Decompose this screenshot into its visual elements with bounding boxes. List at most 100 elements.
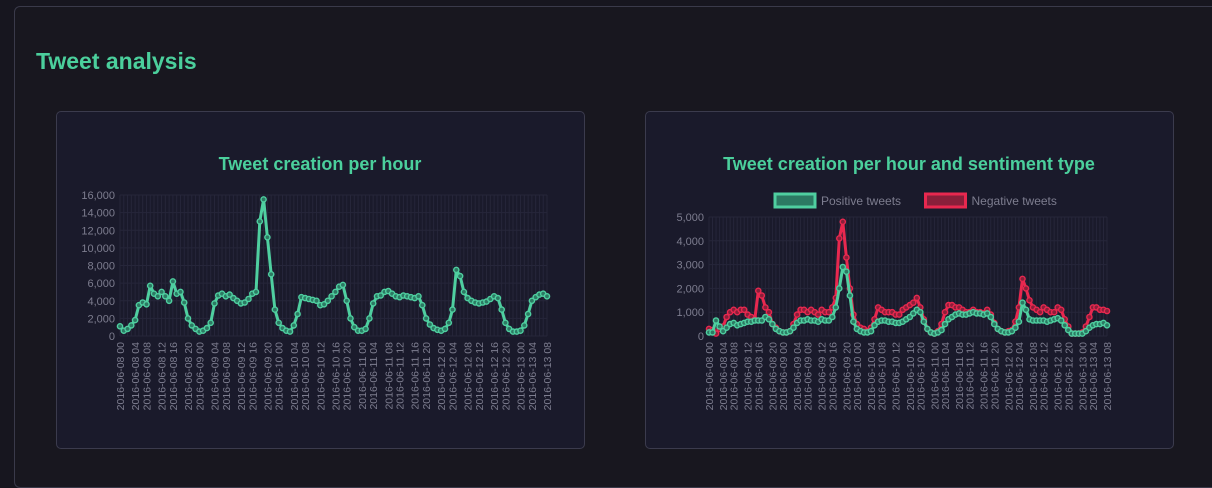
x-tick-label: 2016-06-10 04 xyxy=(289,342,301,410)
x-tick-label: 2016-06-13 08 xyxy=(542,342,554,410)
y-tick-label: 5,000 xyxy=(676,212,704,224)
data-point xyxy=(369,300,377,307)
x-tick-label: 2016-06-10 16 xyxy=(330,342,342,410)
x-tick-label: 2016-06-08 08 xyxy=(729,342,741,410)
data-point xyxy=(765,308,773,316)
data-point xyxy=(245,295,252,303)
data-point xyxy=(366,315,373,322)
x-tick-label: 2016-06-10 00 xyxy=(274,342,286,410)
legend-label: Positive tweets xyxy=(821,194,901,208)
data-point xyxy=(324,297,332,305)
data-point xyxy=(723,313,730,321)
x-tick-label: 2016-06-09 08 xyxy=(803,342,815,410)
data-point xyxy=(445,319,453,327)
data-point xyxy=(252,288,260,296)
y-tick-label: 4,000 xyxy=(87,296,115,308)
data-point xyxy=(790,324,797,331)
x-tick-label: 2016-06-12 20 xyxy=(500,342,512,410)
x-tick-label: 2016-06-09 12 xyxy=(236,342,248,410)
x-tick-label: 2016-06-09 08 xyxy=(221,342,233,410)
data-point xyxy=(498,306,506,313)
data-point xyxy=(524,310,532,318)
x-tick-label: 2016-06-09 16 xyxy=(247,342,259,410)
data-point xyxy=(162,292,169,300)
x-tick-label: 2016-06-09 04 xyxy=(209,342,221,410)
data-point xyxy=(1061,321,1069,329)
data-point xyxy=(294,310,301,318)
data-point xyxy=(339,281,347,289)
data-point xyxy=(180,299,188,306)
x-tick-label: 2016-06-08 20 xyxy=(183,342,195,410)
chart-card-tweets-per-sentiment: Tweet creation per hour and sentiment ty… xyxy=(645,111,1174,449)
data-point xyxy=(131,316,139,324)
data-point xyxy=(165,297,173,305)
data-point xyxy=(1057,317,1065,324)
chart-tweets-per-hour: Tweet creation per hour 0 2,000 4,000 6,000 8… xyxy=(81,154,554,410)
x-tick-label: 2016-06-13 00 xyxy=(516,342,528,410)
data-point xyxy=(275,319,282,327)
data-point xyxy=(793,311,801,318)
x-tick-label: 2016-06-10 08 xyxy=(877,342,889,410)
data-point xyxy=(765,315,773,323)
data-point xyxy=(941,320,949,328)
legend-label: Negative tweets xyxy=(972,194,1057,208)
x-tick-label: 2016-06-08 00 xyxy=(704,342,716,410)
x-tick-label: 2016-06-08 00 xyxy=(115,342,127,410)
section-title: Tweet analysis xyxy=(36,48,197,74)
data-point xyxy=(1019,275,1026,283)
x-tick-label: 2016-06-12 08 xyxy=(463,342,475,410)
x-tick-label: 2016-06-10 00 xyxy=(852,342,864,410)
data-point xyxy=(256,218,264,225)
data-point xyxy=(1022,285,1030,292)
data-point xyxy=(716,323,723,330)
data-point xyxy=(456,272,464,280)
y-tick-label: 6,000 xyxy=(87,278,115,290)
data-point xyxy=(839,218,847,226)
data-point xyxy=(941,308,949,316)
data-point xyxy=(1022,306,1030,314)
data-point xyxy=(362,325,369,333)
y-tick-label: 14,000 xyxy=(81,208,115,220)
x-tick-label: 2016-06-11 08 xyxy=(383,342,395,410)
x-tick-label: 2016-06-12 20 xyxy=(1063,342,1075,410)
x-tick-label: 2016-06-11 04 xyxy=(368,342,380,410)
data-point xyxy=(867,327,875,335)
x-tick-label: 2016-06-12 04 xyxy=(1014,342,1026,410)
data-point xyxy=(1050,308,1058,316)
x-tick-label: 2016-06-08 08 xyxy=(141,342,153,410)
data-point xyxy=(1026,296,1033,304)
data-point xyxy=(990,320,998,328)
x-tick-label: 2016-06-11 00 xyxy=(357,342,369,410)
x-tick-label: 2016-06-08 12 xyxy=(157,342,169,410)
data-point xyxy=(460,288,468,296)
y-tick-label: 1,000 xyxy=(676,307,704,319)
x-tick-label: 2016-06-13 04 xyxy=(527,342,539,410)
data-point xyxy=(835,285,843,292)
x-tick-label: 2016-06-10 12 xyxy=(315,342,327,410)
data-point xyxy=(207,319,214,327)
data-point xyxy=(169,278,177,285)
data-point xyxy=(128,322,135,329)
data-point xyxy=(832,304,840,311)
data-point xyxy=(987,313,995,321)
x-tick-label: 2016-06-11 12 xyxy=(965,342,977,410)
grid xyxy=(119,194,548,337)
data-point xyxy=(938,326,945,334)
data-point xyxy=(909,299,917,306)
data-point xyxy=(1015,318,1023,325)
x-tick-label: 2016-06-12 12 xyxy=(474,342,486,410)
chart-title: Tweet creation per hour xyxy=(219,154,422,174)
x-tick-label: 2016-06-11 04 xyxy=(940,342,952,410)
data-point xyxy=(264,234,271,241)
data-point xyxy=(1012,324,1019,331)
x-tick-label: 2016-06-10 20 xyxy=(342,342,354,410)
data-point xyxy=(290,322,298,329)
data-point xyxy=(520,322,528,329)
data-point xyxy=(502,319,509,327)
x-tick-label: 2016-06-09 00 xyxy=(778,342,790,410)
y-tick-label: 16,000 xyxy=(81,190,115,202)
data-point xyxy=(758,292,766,299)
x-tick-label: 2016-06-11 20 xyxy=(421,342,433,410)
y-tick-label: 3,000 xyxy=(676,260,704,272)
data-point xyxy=(1086,313,1093,321)
